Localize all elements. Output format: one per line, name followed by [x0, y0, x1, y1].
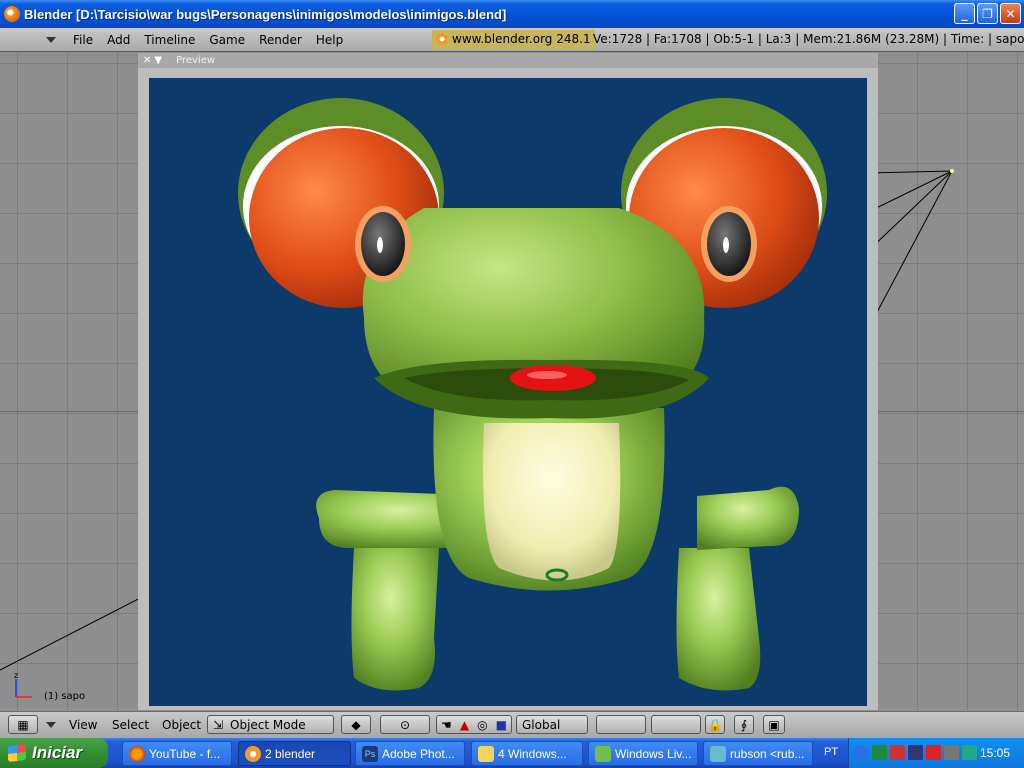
layer-buttons-left[interactable] [596, 715, 646, 734]
menu-render[interactable]: Render [252, 29, 309, 51]
scene-stats: Ve:1728 | Fa:1708 | Ob:5-1 | La:3 | Mem:… [593, 32, 1024, 46]
messenger-icon [710, 746, 726, 762]
task-youtube[interactable]: YouTube - f... [122, 741, 232, 766]
axis-gizmo: z [14, 673, 32, 698]
grid-icon: ▦ [17, 717, 29, 732]
language-indicator[interactable]: PT [824, 746, 838, 758]
windows-flag-icon [8, 744, 26, 762]
lock-icon[interactable]: 🔒 [705, 715, 725, 734]
task-label: YouTube - f... [149, 746, 221, 761]
preview-close-icon[interactable]: ✕ [143, 55, 151, 66]
windows-taskbar: Iniciar YouTube - f... 2 blender Ps Adob… [0, 738, 1024, 768]
task-photoshop[interactable]: Ps Adobe Phot... [355, 741, 465, 766]
task-label: 2 blender [265, 746, 316, 761]
layer-buttons-right[interactable] [651, 715, 701, 734]
draw-type-select[interactable]: ◆ [341, 715, 371, 734]
task-label: rubson <rub... [730, 746, 805, 761]
blender-app-icon[interactable] [4, 6, 20, 22]
object-label: (1) sapo [44, 691, 86, 702]
windows-live-icon [595, 746, 611, 762]
task-windows-live[interactable]: Windows Liv... [588, 741, 698, 766]
orientation-select-value: Global [522, 717, 561, 732]
tray-device-icon[interactable] [944, 745, 959, 760]
task-windows-explorer[interactable]: 4 Windows... [471, 741, 583, 766]
preview-title: Preview [176, 55, 216, 66]
blender-logo-icon [436, 33, 448, 45]
menu-help[interactable]: Help [309, 29, 350, 51]
photoshop-icon: Ps [362, 746, 378, 762]
firefox-icon [129, 746, 145, 762]
tray-expand-icon[interactable] [853, 745, 868, 760]
editor-type-select[interactable]: ▦ [8, 715, 38, 734]
menu-view[interactable]: View [69, 716, 97, 734]
preview-menu-icon[interactable]: ▼ [154, 55, 162, 66]
menu-object[interactable]: Object [162, 716, 201, 734]
render-view-icon[interactable]: ▣ [763, 715, 785, 734]
task-label: 4 Windows... [498, 746, 567, 761]
axis-z-label: z [14, 673, 18, 680]
tray-display-icon[interactable] [908, 745, 923, 760]
window-controls: _ ❐ ✕ [954, 3, 1021, 24]
start-label: Iniciar [32, 743, 83, 762]
window-title-bar: Blender [D:\Tarcisio\war bugs\Personagen… [0, 0, 1024, 28]
menu-file[interactable]: File [66, 29, 100, 51]
pivot-select[interactable]: ⊙ [380, 715, 430, 734]
draw-type-icon: ◆ [351, 717, 361, 732]
system-tray: 15:05 [848, 738, 1024, 768]
scale-icon[interactable]: ■ [496, 718, 507, 732]
task-label: Windows Liv... [615, 746, 692, 761]
snap-icon[interactable]: ∮ [734, 715, 754, 734]
pivot-icon: ⊙ [399, 717, 411, 732]
tray-messenger-icon[interactable] [962, 745, 977, 760]
tray-app-icon[interactable] [890, 745, 905, 760]
orientation-select[interactable]: Global [516, 715, 588, 734]
3d-view-header: ▦ View Select Object ⇲ Object Mode ◆ ⊙ ☚… [0, 711, 1024, 738]
header-menu-toggle-icon[interactable] [46, 722, 56, 728]
manipulator-toggles[interactable]: ☚ ▲ ◎ ■ [436, 715, 512, 734]
taskbar-clock: 15:05 [979, 746, 1010, 760]
tray-antivirus-icon[interactable] [926, 745, 941, 760]
preview-render [149, 78, 867, 706]
blender-url-text: www.blender.org 248.1 [452, 32, 591, 46]
menu-select[interactable]: Select [112, 716, 149, 734]
blender-task-icon [245, 746, 261, 762]
folder-icon [478, 746, 494, 762]
task-blender[interactable]: 2 blender [238, 741, 351, 766]
hand-icon[interactable]: ☚ [441, 718, 452, 732]
start-button[interactable]: Iniciar [0, 738, 108, 768]
task-label: Adobe Phot... [382, 746, 455, 761]
tray-network-icon[interactable] [872, 745, 887, 760]
rotate-icon[interactable]: ◎ [477, 718, 487, 732]
translate-icon[interactable]: ▲ [460, 718, 469, 732]
preview-header: ✕ ▼ Preview [138, 53, 878, 68]
header-collapse-icon[interactable] [46, 36, 56, 43]
menu-game[interactable]: Game [202, 29, 252, 51]
mode-select-value: Object Mode [230, 717, 306, 732]
3d-viewport[interactable]: z (1) sapo ✕ ▼ Preview [0, 53, 1024, 710]
menu-add[interactable]: Add [100, 29, 137, 51]
frog-render-image [238, 98, 827, 691]
mode-select[interactable]: ⇲ Object Mode [207, 715, 334, 734]
object-mode-icon: ⇲ [213, 717, 224, 732]
window-title: Blender [D:\Tarcisio\war bugs\Personagen… [24, 6, 507, 22]
blender-url-link[interactable]: www.blender.org 248.1 [432, 30, 595, 49]
task-messenger[interactable]: rubson <rub... [703, 741, 813, 766]
close-button[interactable]: ✕ [1000, 3, 1021, 24]
info-header: File Add Timeline Game Render Help www.b… [0, 28, 1024, 52]
preview-panel: ✕ ▼ Preview [138, 53, 878, 710]
minimize-button[interactable]: _ [954, 3, 975, 24]
maximize-button[interactable]: ❐ [977, 3, 998, 24]
menu-timeline[interactable]: Timeline [137, 29, 202, 51]
